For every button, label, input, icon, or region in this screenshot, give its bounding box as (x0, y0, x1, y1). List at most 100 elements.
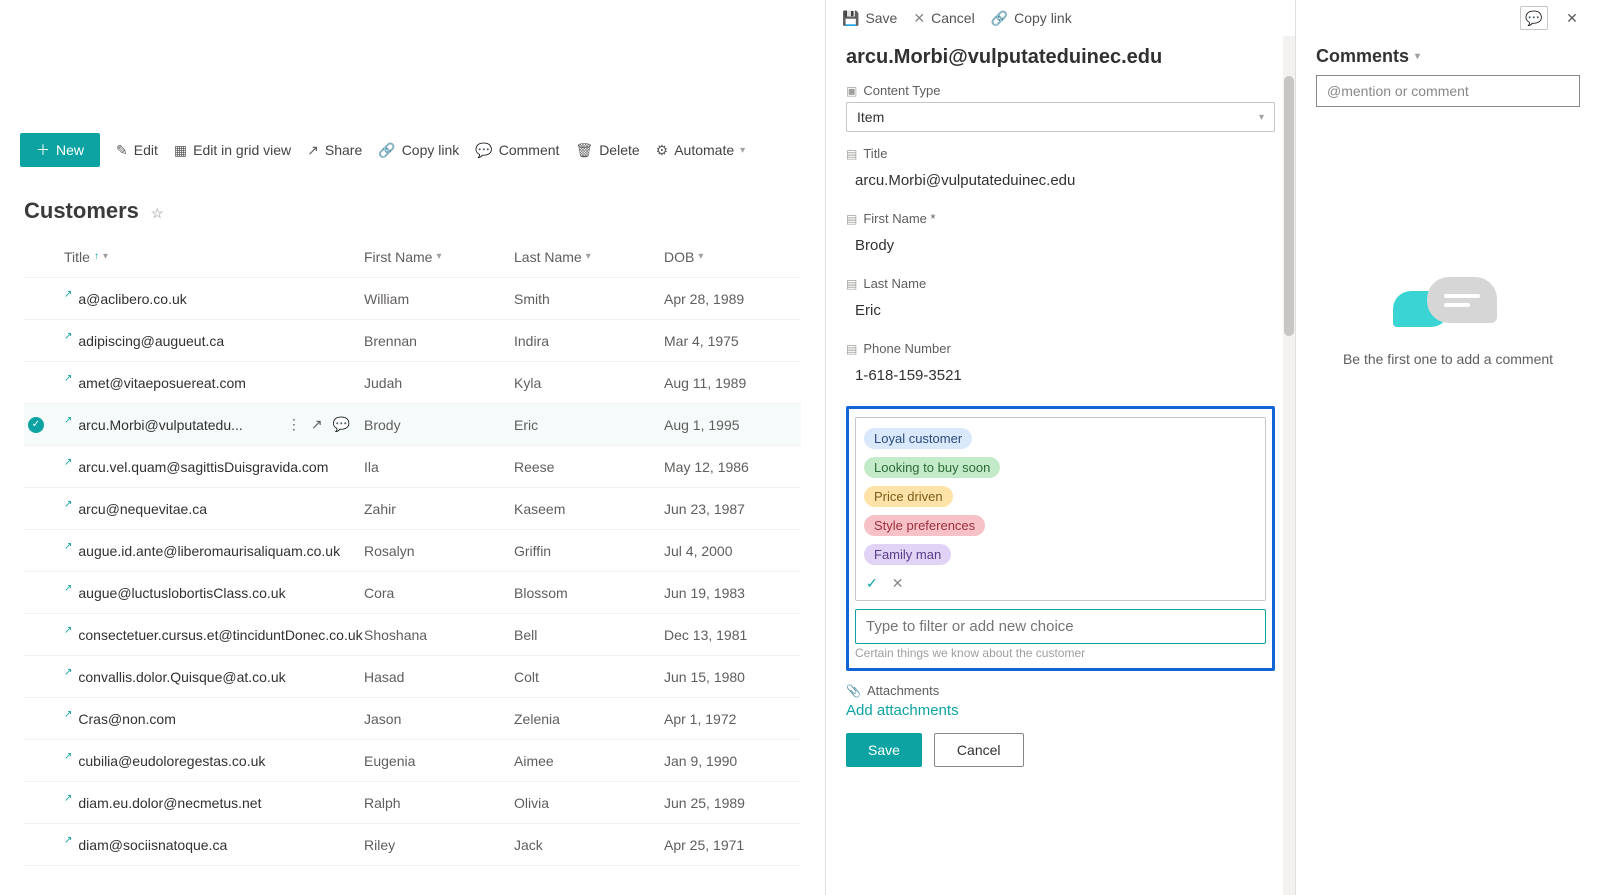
chevron-down-icon: ▾ (103, 251, 108, 262)
row-cell-dob: Jul 4, 2000 (664, 543, 814, 559)
table-row[interactable]: ↗augue@luctuslobortisClass.co.ukCoraBlos… (24, 572, 801, 614)
chevron-down-icon: ▾ (436, 251, 441, 262)
row-cell-dob: Jan 9, 1990 (664, 753, 814, 769)
row-cell-first: Jason (364, 711, 514, 727)
choice-filter-input[interactable] (855, 609, 1266, 644)
share-button[interactable]: ↗Share (307, 142, 362, 159)
close-panel-button[interactable]: ✕ (1558, 6, 1586, 30)
table-row[interactable]: ↗augue.id.ante@liberomaurisaliquam.co.uk… (24, 530, 801, 572)
comment-icon: 💬 (1525, 10, 1542, 27)
edit-grid-button[interactable]: ▦Edit in grid view (174, 142, 291, 159)
comments-toggle-button[interactable]: 💬 (1520, 6, 1548, 30)
col-last-name[interactable]: Last Name ▾ (514, 249, 664, 265)
choice-family-man[interactable]: Family man (864, 544, 951, 565)
comments-top-bar: 💬 ✕ (1296, 0, 1600, 36)
comments-empty-text: Be the first one to add a comment (1343, 351, 1553, 367)
row-cell-last: Eric (514, 417, 664, 433)
table-row[interactable]: ↗adipiscing@augueut.caBrennanIndiraMar 4… (24, 320, 801, 362)
link-icon: 🔗 (991, 10, 1008, 27)
content-type-label: Content Type (863, 83, 940, 98)
text-icon: ▤ (846, 212, 857, 226)
choice-style-preferences[interactable]: Style preferences (864, 515, 985, 536)
row-cell-dob: Jun 25, 1989 (664, 795, 814, 811)
row-cell-first: Ralph (364, 795, 514, 811)
add-attachments-link[interactable]: Add attachments (846, 702, 1275, 719)
row-title: convallis.dolor.Quisque@at.co.uk (78, 669, 285, 685)
row-cell-dob: Aug 11, 1989 (664, 375, 814, 391)
col-dob-label: DOB (664, 249, 694, 265)
col-first-name[interactable]: First Name ▾ (364, 249, 514, 265)
table-row[interactable]: ↗a@aclibero.co.ukWilliamSmithApr 28, 198… (24, 278, 801, 320)
table-row[interactable]: ↗cubilia@eudoloregestas.co.ukEugeniaAime… (24, 740, 801, 782)
content-type-dropdown[interactable]: Item ▾ (846, 102, 1275, 132)
text-icon: ▤ (846, 277, 857, 291)
table-row[interactable]: ↗diam@sociisnatoque.caRileyJackApr 25, 1… (24, 824, 801, 866)
field-attachments: 📎Attachments Add attachments (846, 683, 1275, 719)
automate-button[interactable]: ⚙Automate▾ (656, 142, 746, 159)
cancel-icon[interactable]: ✕ (892, 575, 904, 592)
table-row[interactable]: ✓↗arcu.Morbi@vulputatedu...⋮↗💬BrodyEricA… (24, 404, 801, 446)
last-name-input[interactable]: Eric (846, 295, 1275, 327)
chevron-down-icon: ▾ (698, 251, 703, 262)
col-first-name-label: First Name (364, 249, 432, 265)
link-icon: 🔗 (378, 142, 395, 159)
col-title[interactable]: Title ↑ ▾ (64, 249, 364, 265)
comment-button[interactable]: 💬Comment (475, 142, 559, 159)
comments-heading[interactable]: Comments ▾ (1296, 36, 1600, 75)
table-row[interactable]: ↗amet@vitaeposuereat.comJudahKylaAug 11,… (24, 362, 801, 404)
new-button[interactable]: ＋ New (20, 133, 100, 167)
row-cell-last: Kaseem (514, 501, 664, 517)
item-indicator-icon: ↗ (64, 499, 72, 510)
col-dob[interactable]: DOB ▾ (664, 249, 814, 265)
share-icon[interactable]: ↗ (311, 416, 323, 433)
more-icon[interactable]: ⋮ (287, 416, 301, 433)
first-name-input[interactable]: Brody (846, 230, 1275, 262)
table-row[interactable]: ↗consectetuer.cursus.et@tinciduntDonec.c… (24, 614, 801, 656)
copy-link-label: Copy link (402, 142, 460, 158)
panel-copy-link-button[interactable]: 🔗Copy link (991, 10, 1072, 27)
content-type-icon: ▣ (846, 84, 857, 98)
table-row[interactable]: ↗convallis.dolor.Quisque@at.co.ukHasadCo… (24, 656, 801, 698)
table-row[interactable]: ↗diam.eu.dolor@necmetus.netRalphOliviaJu… (24, 782, 801, 824)
choice-helper-text: Certain things we know about the custome… (855, 646, 1266, 660)
row-cell-first: Brody (364, 417, 514, 433)
table-row[interactable]: ↗arcu@nequevitae.caZahirKaseemJun 23, 19… (24, 488, 801, 530)
phone-input[interactable]: 1-618-159-3521 (846, 360, 1275, 392)
edit-button[interactable]: ✎Edit (116, 142, 158, 159)
row-cell-last: Blossom (514, 585, 664, 601)
item-indicator-icon: ↗ (64, 289, 72, 300)
row-title: diam.eu.dolor@necmetus.net (78, 795, 261, 811)
row-cell-last: Aimee (514, 753, 664, 769)
row-title: a@aclibero.co.uk (78, 291, 186, 307)
comments-input[interactable]: @mention or comment (1316, 75, 1580, 107)
row-cell-last: Bell (514, 627, 664, 643)
row-title: augue.id.ante@liberomaurisaliquam.co.uk (78, 543, 340, 559)
confirm-icon[interactable]: ✓ (866, 575, 878, 592)
star-icon[interactable]: ☆ (151, 205, 164, 221)
item-indicator-icon: ↗ (64, 331, 72, 342)
row-title: augue@luctuslobortisClass.co.uk (78, 585, 285, 601)
save-button[interactable]: Save (846, 733, 922, 767)
panel-save-label: Save (865, 10, 897, 26)
row-cell-first: Eugenia (364, 753, 514, 769)
comment-icon[interactable]: 💬 (333, 416, 350, 433)
list-grid: Title ↑ ▾ First Name ▾ Last Name ▾ DOB ▾… (0, 236, 825, 866)
attachments-label: Attachments (867, 683, 939, 698)
panel-save-button[interactable]: 💾Save (842, 10, 897, 27)
table-row[interactable]: ↗arcu.vel.quam@sagittisDuisgravida.comIl… (24, 446, 801, 488)
comments-heading-text: Comments (1316, 46, 1409, 67)
comments-panel: 💬 ✕ Comments ▾ @mention or comment Be th… (1295, 0, 1600, 895)
copy-link-button[interactable]: 🔗 Copy link (378, 142, 459, 159)
choice-looking-to-buy[interactable]: Looking to buy soon (864, 457, 1000, 478)
table-row[interactable]: ↗Cras@non.comJasonZeleniaApr 1, 1972 (24, 698, 801, 740)
item-indicator-icon: ↗ (64, 583, 72, 594)
row-cell-dob: Apr 25, 1971 (664, 837, 814, 853)
choice-loyal-customer[interactable]: Loyal customer (864, 428, 972, 449)
title-input[interactable]: arcu.Morbi@vulputateduinec.edu (846, 165, 1275, 197)
delete-button[interactable]: 🗑Delete (575, 142, 639, 159)
item-indicator-icon: ↗ (64, 751, 72, 762)
cancel-button[interactable]: Cancel (934, 733, 1024, 767)
row-cell-first: William (364, 291, 514, 307)
choice-price-driven[interactable]: Price driven (864, 486, 953, 507)
panel-cancel-button[interactable]: ✕Cancel (913, 10, 974, 27)
